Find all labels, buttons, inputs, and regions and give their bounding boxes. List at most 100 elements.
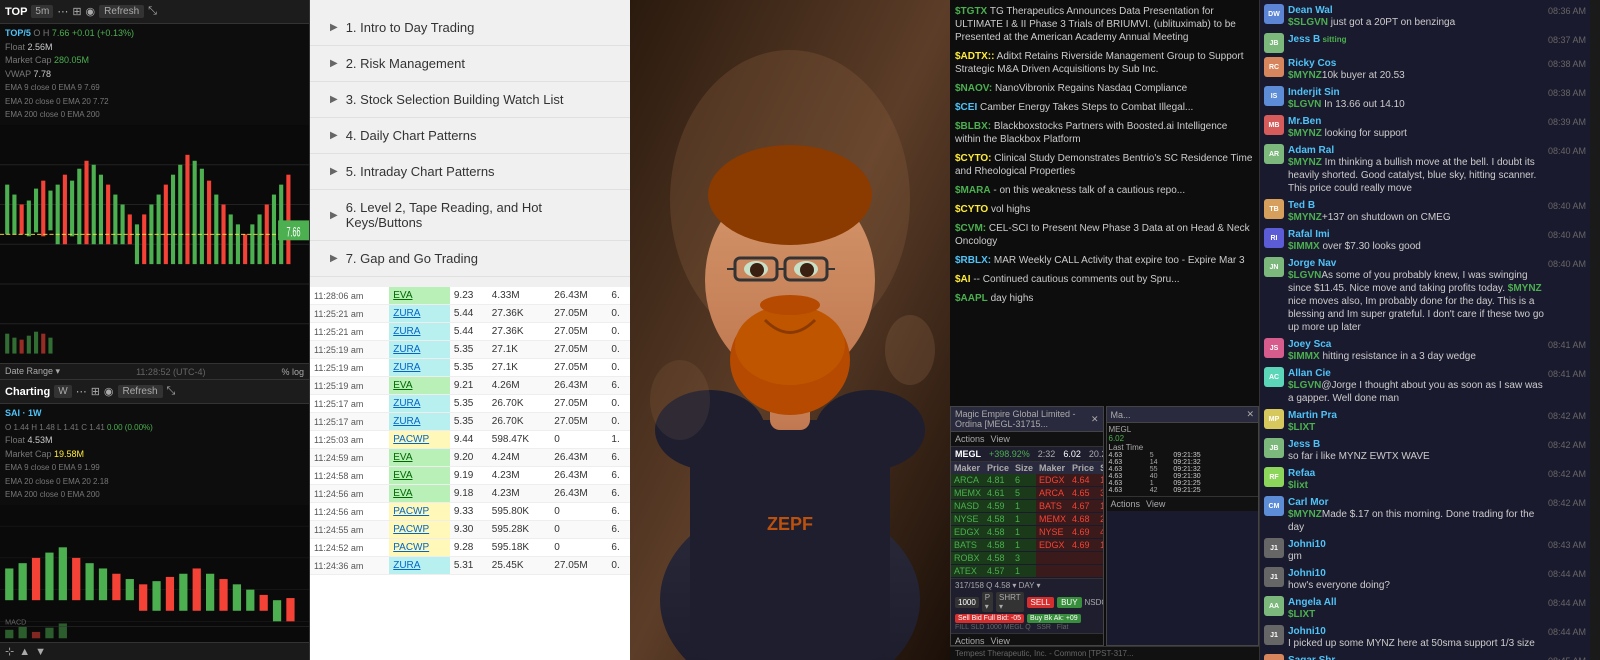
chat-ticker[interactable]: $LGVN: [1288, 380, 1321, 391]
l2-view-tab2[interactable]: View: [991, 636, 1010, 646]
news-item: $AI -- Continued cautious comments out b…: [955, 273, 1254, 286]
l2-view-tab[interactable]: View: [991, 434, 1010, 444]
trade-ticker[interactable]: PACWP: [389, 503, 450, 521]
news-ticker[interactable]: $TGTX: [955, 6, 987, 17]
chat-ticker[interactable]: $MYNZ: [1288, 509, 1322, 520]
top-chart-expand-icon[interactable]: ⤡: [148, 5, 157, 18]
trade-ticker[interactable]: ZURA: [389, 359, 450, 377]
bottom-float: 4.53M: [28, 435, 53, 445]
trade-extra: 0.: [607, 359, 630, 377]
trade-ticker[interactable]: ZURA: [389, 413, 450, 431]
trade-ticker[interactable]: EVA: [389, 449, 450, 467]
news-text: day highs: [988, 293, 1034, 304]
l2-close-icon[interactable]: ✕: [1091, 414, 1099, 425]
chat-username: Adam Ral: [1288, 145, 1334, 156]
chart-tool-down[interactable]: ▼: [35, 646, 46, 658]
menu-item-2[interactable]: ▶ 2. Risk Management: [310, 46, 630, 82]
menu-item-5[interactable]: ▶ 5. Intraday Chart Patterns: [310, 154, 630, 190]
l2-type-select[interactable]: P ▾: [982, 592, 993, 612]
chat-username: Johni10: [1288, 626, 1326, 637]
chat-ticker[interactable]: $MYNZ: [1288, 128, 1322, 139]
chart-tool-cursor[interactable]: ⊹: [5, 645, 14, 658]
chat-message: RF Refaa $lixt 08:42 AM: [1264, 467, 1586, 492]
chat-ticker[interactable]: $MYNZ: [1288, 157, 1322, 168]
date-range-label[interactable]: Date Range ▾: [5, 366, 60, 377]
news-ticker[interactable]: $BLBX:: [955, 121, 991, 132]
trade-ticker[interactable]: PACWP: [389, 521, 450, 539]
trade-ticker[interactable]: EVA: [389, 377, 450, 395]
chat-ticker[interactable]: $LGVN: [1288, 99, 1321, 110]
chat-ticker[interactable]: $LIXT: [1288, 422, 1315, 433]
svg-text:7.66: 7.66: [287, 224, 301, 239]
news-ticker[interactable]: $NAOV:: [955, 83, 992, 94]
trade-price: 9.21: [450, 377, 488, 395]
chat-ticker[interactable]: $lixt: [1288, 480, 1308, 491]
chat-ticker[interactable]: $MYNZ: [1288, 70, 1322, 81]
trade-time: 11:25:03 am: [310, 431, 389, 449]
l2-close-icon-2[interactable]: ✕: [1246, 409, 1254, 420]
trade-ticker[interactable]: PACWP: [389, 539, 450, 557]
menu-item-6[interactable]: ▶ 6. Level 2, Tape Reading, and Hot Keys…: [310, 190, 630, 241]
trade-ticker[interactable]: PACWP: [389, 431, 450, 449]
bottom-chart-canvas[interactable]: MACD: [0, 505, 309, 643]
news-ticker[interactable]: $RBLX:: [955, 255, 991, 266]
chat-ticker[interactable]: $SLGVN: [1288, 17, 1328, 28]
news-ticker[interactable]: $CVM:: [955, 223, 986, 234]
menu-item-3[interactable]: ▶ 3. Stock Selection Building Watch List: [310, 82, 630, 118]
news-ticker[interactable]: $AI: [955, 274, 971, 285]
trade-ticker[interactable]: ZURA: [389, 341, 450, 359]
news-ticker[interactable]: $CYTO:: [955, 153, 992, 164]
l2-sell-bid-button[interactable]: Sell Bid Full Bid: -05: [955, 614, 1024, 623]
chat-ticker[interactable]: $MYNZ: [1288, 212, 1322, 223]
trade-ticker[interactable]: ZURA: [389, 395, 450, 413]
top-chart-timeframe[interactable]: 5m: [31, 5, 53, 18]
chat-avatar: DW: [1264, 4, 1284, 24]
news-text: NanoVibronix Regains Nasdaq Compliance: [992, 83, 1187, 94]
trade-ticker[interactable]: ZURA: [389, 305, 450, 323]
chat-ticker[interactable]: $LIXT: [1288, 609, 1315, 620]
news-ticker[interactable]: $ADTX::: [955, 51, 994, 62]
l2-buy-button[interactable]: BUY: [1057, 597, 1081, 608]
chat-content: Adam Ral $MYNZ Im thinking a bullish mov…: [1288, 144, 1544, 195]
bottom-chart-timeframe[interactable]: W: [54, 385, 71, 398]
bottom-chart-refresh-button[interactable]: Refresh: [118, 385, 163, 398]
top-chart-refresh-button[interactable]: Refresh: [99, 5, 144, 18]
chat-username: Jess B: [1288, 439, 1320, 450]
chart-tool-up[interactable]: ▲: [19, 646, 30, 658]
news-ticker[interactable]: $AAPL: [955, 293, 988, 304]
trade-price: 9.30: [450, 521, 488, 539]
chat-ticker2[interactable]: $MYNZ: [1508, 283, 1542, 294]
chat-ticker[interactable]: $IMMX: [1288, 351, 1320, 362]
top-chart-canvas[interactable]: 7.66: [0, 125, 309, 364]
news-ticker[interactable]: $CEI: [955, 102, 977, 113]
news-ticker[interactable]: $MARA: [955, 185, 991, 196]
chat-ticker[interactable]: $IMMX: [1288, 241, 1320, 252]
menu-item-1[interactable]: ▶ 1. Intro to Day Trading: [310, 10, 630, 46]
l2-ask-maker: [1036, 565, 1069, 578]
l2-size-input[interactable]: 1000: [955, 597, 979, 608]
chat-panel: DW Dean Wal $SLGVN just got a 20PT on be…: [1260, 0, 1590, 660]
l2-buy-ask-button[interactable]: Buy Bk Ak: +09: [1027, 614, 1081, 623]
l2-actions-tab[interactable]: Actions: [955, 434, 985, 444]
trade-ticker[interactable]: ZURA: [389, 323, 450, 341]
l2-w2-view[interactable]: View: [1146, 499, 1165, 509]
trade-ticker[interactable]: EVA: [389, 467, 450, 485]
l2-bid-price: 4.58: [984, 526, 1012, 539]
trade-ticker[interactable]: ZURA: [389, 557, 450, 575]
pct-label[interactable]: % log: [281, 367, 304, 377]
l2-sell-button[interactable]: SELL: [1027, 597, 1055, 608]
l2-w2-actions[interactable]: Actions: [1111, 499, 1141, 509]
trade-time: 11:25:17 am: [310, 413, 389, 431]
news-item: $MARA - on this weakness talk of a cauti…: [955, 184, 1254, 197]
l2-route-select[interactable]: SHRT ▾: [996, 592, 1024, 612]
trade-ticker[interactable]: EVA: [389, 485, 450, 503]
trade-ticker[interactable]: EVA: [389, 287, 450, 305]
bottom-chart-expand-icon[interactable]: ⤡: [167, 385, 176, 398]
chat-ticker[interactable]: $LGVN: [1288, 270, 1321, 281]
menu-item-4[interactable]: ▶ 4. Daily Chart Patterns: [310, 118, 630, 154]
news-ticker[interactable]: $CYTO: [955, 204, 988, 215]
chat-timestamp: 08:42 AM: [1548, 409, 1586, 421]
l2-ask-price: [1069, 565, 1097, 578]
menu-item-7[interactable]: ▶ 7. Gap and Go Trading: [310, 241, 630, 277]
l2-actions-tab2[interactable]: Actions: [955, 636, 985, 646]
